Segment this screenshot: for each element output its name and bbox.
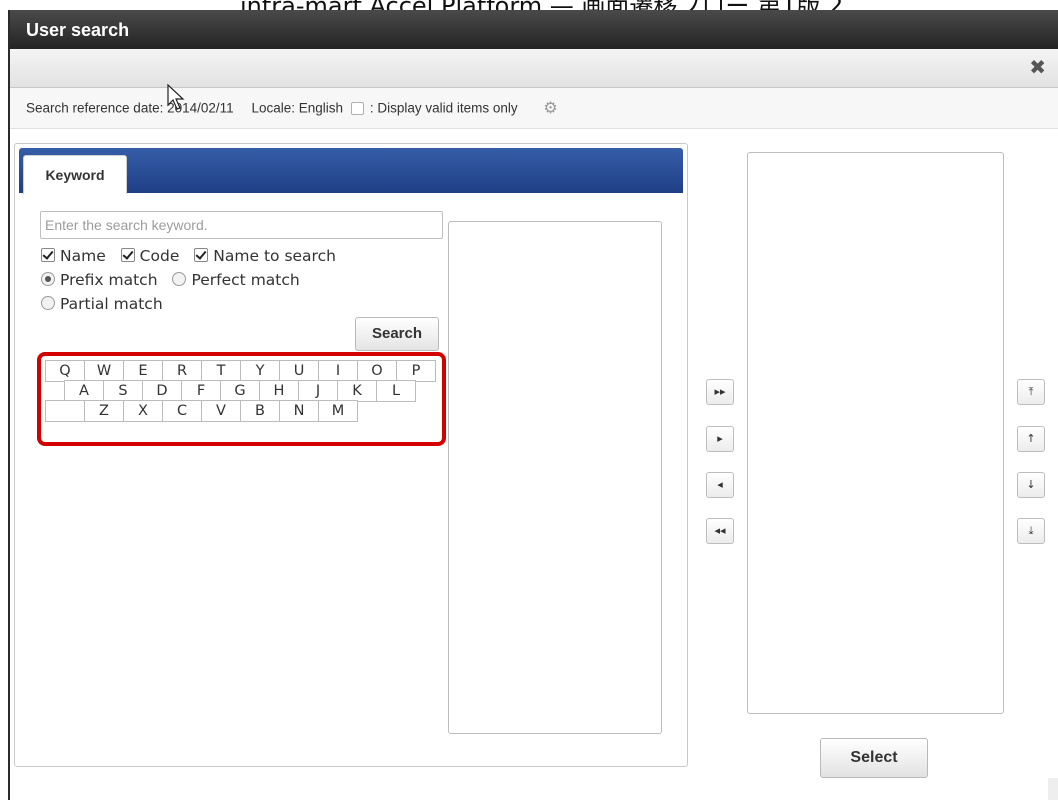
search-result-list[interactable] — [448, 221, 662, 734]
key-m[interactable]: M — [318, 400, 358, 422]
keyboard-row-3: Z X C V B N M — [45, 400, 358, 422]
key-t[interactable]: T — [201, 360, 241, 382]
selected-users-list[interactable] — [747, 152, 1004, 714]
tab-bar: Keyword — [19, 148, 683, 194]
key-j[interactable]: J — [298, 380, 338, 402]
checkbox-checked-icon — [120, 248, 135, 262]
name-checkbox[interactable]: Name — [41, 247, 106, 265]
mouse-cursor-icon — [167, 83, 185, 110]
move-down-button[interactable]: ↓ — [1017, 472, 1045, 498]
name-checkbox-label: Name — [60, 247, 106, 265]
resize-handle[interactable] — [1048, 778, 1058, 800]
key-g[interactable]: G — [220, 380, 260, 402]
code-checkbox[interactable]: Code — [120, 247, 180, 265]
remove-all-button[interactable]: ◂◂ — [706, 518, 734, 544]
key-q[interactable]: Q — [45, 360, 85, 382]
perfect-match-radio[interactable]: Perfect match — [172, 271, 300, 289]
locale-label: Locale: — [251, 100, 295, 116]
key-a[interactable]: A — [64, 380, 104, 402]
key-n[interactable]: N — [279, 400, 319, 422]
alphabet-keyboard: Q W E R T Y U I O P A S D F G H J K L Z … — [37, 352, 446, 446]
key-b[interactable]: B — [240, 400, 280, 422]
name-to-search-label: Name to search — [213, 247, 336, 265]
keyboard-row-2: A S D F G H J K L — [64, 380, 416, 402]
key-f[interactable]: F — [181, 380, 221, 402]
key-h[interactable]: H — [259, 380, 299, 402]
user-search-dialog: User search ✖ Search reference date: 201… — [8, 10, 1058, 800]
add-all-button[interactable]: ▸▸ — [706, 379, 734, 405]
key-w[interactable]: W — [84, 360, 124, 382]
key-y[interactable]: Y — [240, 360, 280, 382]
close-icon[interactable]: ✖ — [1029, 57, 1046, 77]
key-s[interactable]: S — [103, 380, 143, 402]
move-up-button[interactable]: ↑ — [1017, 426, 1045, 452]
search-button[interactable]: Search — [355, 317, 439, 351]
key-z[interactable]: Z — [84, 400, 124, 422]
remove-button[interactable]: ◂ — [706, 472, 734, 498]
gear-icon[interactable]: ⚙ — [543, 88, 557, 128]
valid-items-checkbox[interactable] — [350, 101, 364, 115]
code-checkbox-label: Code — [139, 247, 180, 265]
key-i[interactable]: I — [318, 360, 358, 382]
perfect-match-label: Perfect match — [191, 271, 300, 289]
prefix-match-label: Prefix match — [60, 271, 158, 289]
valid-items-label: : Display valid items only — [369, 100, 518, 116]
key-v[interactable]: V — [201, 400, 241, 422]
key-u[interactable]: U — [279, 360, 319, 382]
move-bottom-button[interactable]: ⤓ — [1017, 518, 1045, 544]
key-x[interactable]: X — [123, 400, 163, 422]
keyword-search-panel: Keyword Name Code Name to search Prefix … — [14, 143, 688, 767]
key-d[interactable]: D — [142, 380, 182, 402]
partial-match-radio[interactable]: Partial match — [41, 295, 163, 313]
keyboard-spacer — [45, 400, 85, 422]
search-target-options: Name Code Name to search — [41, 247, 346, 265]
key-p[interactable]: P — [396, 360, 436, 382]
radio-selected-icon — [41, 272, 55, 286]
key-e[interactable]: E — [123, 360, 163, 382]
tab-keyword[interactable]: Keyword — [23, 155, 127, 194]
page-banner-text: intra-mart Accel Platform — 画面遷移フロー 第1版 … — [240, 0, 1058, 10]
match-type-options: Prefix match Perfect match — [41, 271, 310, 289]
checkbox-checked-icon — [194, 248, 209, 262]
select-button[interactable]: Select — [820, 738, 928, 778]
move-top-button[interactable]: ⤒ — [1017, 379, 1045, 405]
add-button[interactable]: ▸ — [706, 426, 734, 452]
name-to-search-checkbox[interactable]: Name to search — [194, 247, 336, 265]
partial-match-label: Partial match — [60, 295, 163, 313]
dialog-title: User search — [10, 10, 1058, 49]
locale-value[interactable]: English — [299, 100, 343, 115]
checkbox-checked-icon — [41, 248, 55, 262]
key-l[interactable]: L — [376, 380, 416, 402]
key-k[interactable]: K — [337, 380, 377, 402]
radio-unselected-icon — [172, 272, 187, 286]
keyboard-row-1: Q W E R T Y U I O P — [45, 360, 436, 382]
key-o[interactable]: O — [357, 360, 397, 382]
radio-unselected-icon — [41, 296, 55, 310]
match-type-options-2: Partial match — [41, 295, 173, 313]
key-r[interactable]: R — [162, 360, 202, 382]
prefix-match-radio[interactable]: Prefix match — [41, 271, 158, 289]
reference-date-label: Search reference date: — [26, 100, 164, 116]
key-c[interactable]: C — [162, 400, 202, 422]
search-input[interactable] — [40, 211, 443, 239]
